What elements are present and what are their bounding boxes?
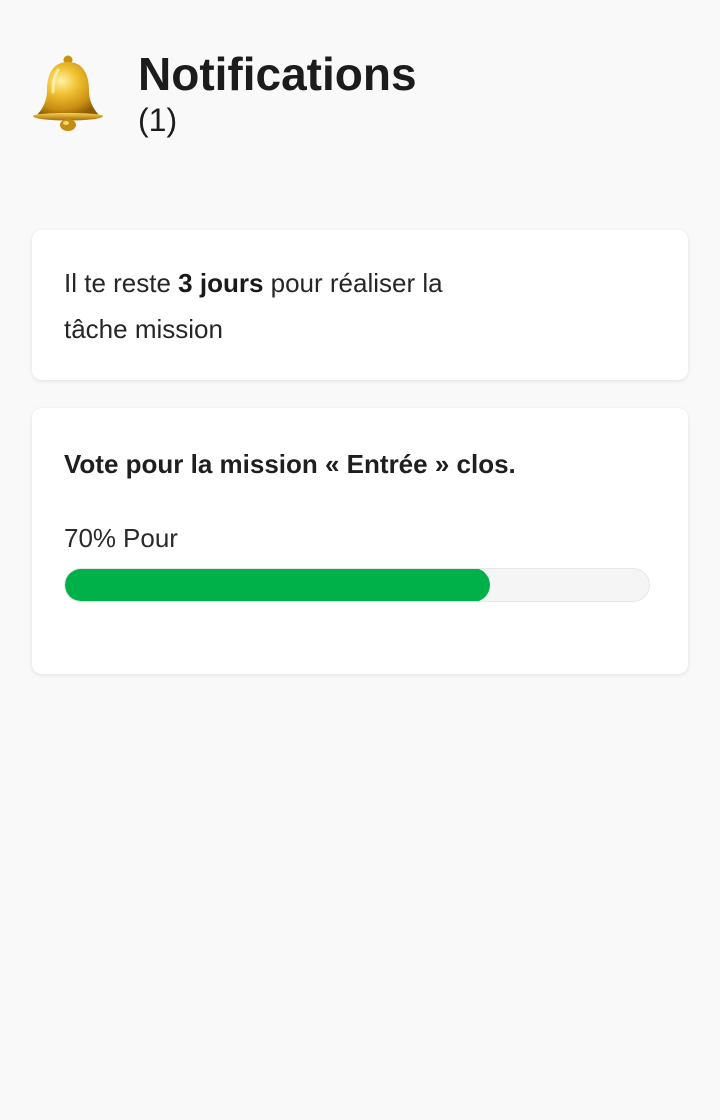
page-title: Notifications <box>138 48 417 100</box>
vote-title: Vote pour la mission « Entrée » clos. <box>64 449 516 479</box>
deadline-days: 3 jours <box>178 268 264 298</box>
vote-result-label: 70% Pour <box>64 522 656 554</box>
notification-message: Il te reste 3 jours pour réaliser la tâc… <box>64 268 443 344</box>
vote-choice: Pour <box>123 523 178 553</box>
bell-icon <box>33 55 103 131</box>
vote-progress-fill <box>65 569 490 601</box>
notification-card-deadline[interactable]: Il te reste 3 jours pour réaliser la tâc… <box>32 230 688 380</box>
notification-card-vote[interactable]: Vote pour la mission « Entrée » clos. 70… <box>32 408 688 674</box>
page-header: Notifications (1) <box>30 48 417 140</box>
vote-progress-bar <box>64 568 650 602</box>
notification-count: (1) <box>138 102 178 138</box>
vote-percent: 70% <box>64 523 117 553</box>
